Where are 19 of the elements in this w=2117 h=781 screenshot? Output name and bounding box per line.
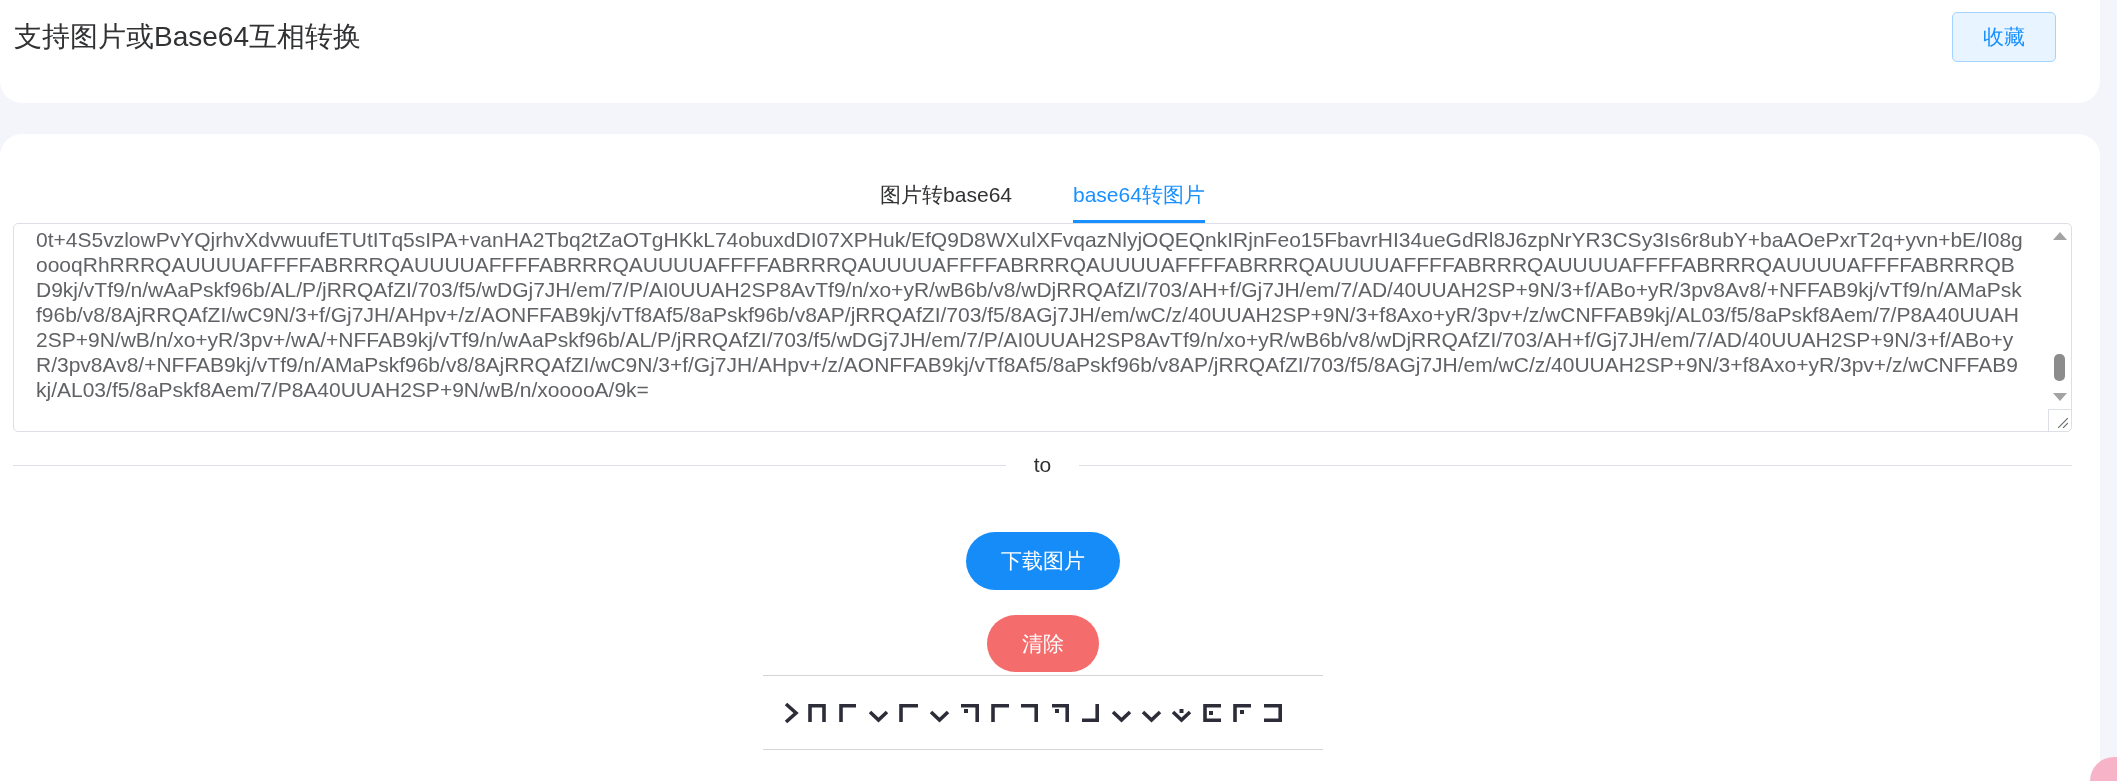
base64-text-line: 2SP+9N/wB/n/xo+yR/3pv+/wA/+NFFAB9kj/vTf9/n/wAaPskf96b/AL/P/jRRQAfZI/703/f5/wDGj7JH/em/7/P/AI0UUAH2SP8AvTf9/n/xo+yR/wB6b/v8/wDjRRQAfZI/703/AH+f/Gj7JH/em/7/AD/40UUAH2SP+9N/3+f/ABo+y [36,327,2014,352]
tab[interactable]: base64转图片 [1073,170,1205,223]
tab[interactable]: 图片转base64 [880,170,1012,223]
base64-text-line: R/3pv8Av8/+NFFAB9kj/vTf9/n/AMaPskf96b/v8/8AjRRQAfZI/wC9N/3+f/Gj7JH/AHpv+/z/AONFFAB9kj/vTf8Af5/8aPskf96b/v8AP/jRRQAfZI/703/f5/8AGj7JH/em/wC/z/40UUAH2SP+9N/3+f8Axo+yR/3pv+/z/wCNFFAB9 [36,352,2018,377]
base64-textarea[interactable] [13,223,2072,432]
scrollbar-thumb[interactable] [2054,354,2065,381]
divider-label: to [1032,452,1053,479]
base64-text-line: kj/AL03/f5/8aPskf8Aem/7/P8A40UUAH2SP+9N/wB/n/xooooA/9k= [36,377,649,402]
base64-text-line: oooqRhRRRQAUUUUAFFFFABRRRQAUUUUAFFFFABRRRQAUUUUAFFFFABRRRQAUUUUAFFFFABRRRQAUUUUAFFFFABRRRQAUUUUAFFFFABRRRQAUUUUAFFFFABRRRQAUUUUAFFFFABRRRQB [36,252,2015,277]
base64-text-line: 0t+4S5vzlowPvYQjrhvXdvwuufETUtITq5sIPA+vanHA2Tbq2tZaOTgHKkL74obuxdDI07XPHuk/EfQ9D8WXulXFvqazNlyjOQEQnkIRjnFeo15FbavrHI34ueGdRl8J6zpNrYR3CSy3Is6r8ubY+baAOePxrT2q+yvn+bE/I08g [36,227,2023,252]
clear-button[interactable]: 清除 [986,615,1099,672]
download-image-button[interactable]: 下载图片 [965,532,1120,590]
base64-text-line: f96b/v8/8AjRRQAfZI/wC9N/3+f/Gj7JH/AHpv+/z/AONFFAB9kj/vTf8Af5/8aPskf96b/v8AP/jRRQAfZI/703/f5/8AGj7JH/em/wC/z/40UUAH2SP+9N/3+f8Axo+yR/3pv+/z/wCNFFAB9kj/AL03/f5/8aPskf8Aem/7/P8A40UUAH [36,302,2019,327]
scroll-down-icon[interactable] [2052,393,2067,401]
page-title: 支持图片或Base64互相转换 [14,20,361,54]
resize-grip-icon[interactable] [2058,418,2068,428]
base64-text-line: D9kj/vTf9/n/wAaPskf96b/AL/P/jRRQAfZI/703/f5/wDGj7JH/em/7/P/AI0UUAH2SP8AvTf9/n/xo+yR/wB6b/v8/wDjRRQAfZI/703/AH+f/Gj7JH/em/7/AD/40UUAH2SP+9N/3+f/ABo+yR/3pv8Av8/+NFFAB9kj/vTf9/n/AMaPsk [36,277,2022,302]
scroll-up-icon[interactable] [2052,232,2067,240]
favorite-button[interactable]: 收藏 [1952,12,2056,62]
